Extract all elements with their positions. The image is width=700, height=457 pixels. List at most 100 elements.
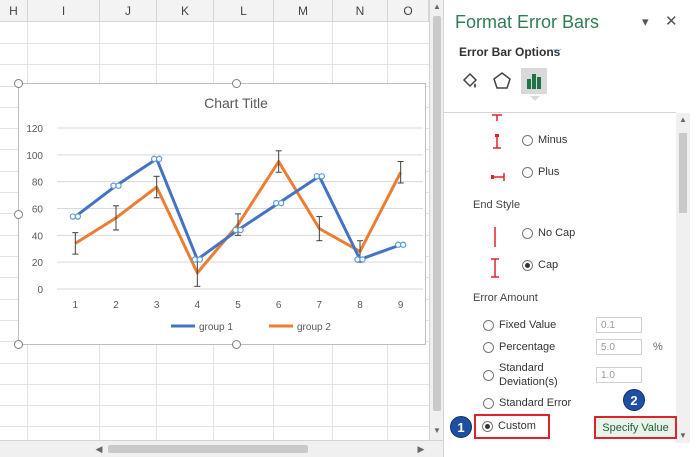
y-tick-label: 40: [32, 231, 44, 242]
resize-handle-top[interactable]: [232, 79, 241, 88]
data-point-selection: [115, 182, 122, 189]
pane-scroll-up-icon[interactable]: ▲: [676, 115, 690, 124]
pane-scroll-down-icon[interactable]: ▼: [676, 431, 690, 440]
fixed-value-label[interactable]: Fixed Value: [499, 319, 556, 331]
fixed-value-radio[interactable]: [483, 320, 494, 331]
resize-handle-top-left[interactable]: [14, 79, 23, 88]
no-cap-label[interactable]: No Cap: [538, 227, 575, 239]
percent-unit: %: [653, 341, 663, 353]
minus-radio[interactable]: [522, 135, 533, 146]
line-chart[interactable]: Chart Title 0 20 40 60 80 100 120 1 2 3 4 5 6 7 8 9 gr…: [19, 84, 427, 346]
no-cap-radio[interactable]: [522, 228, 533, 239]
pane-divider: [444, 112, 676, 113]
custom-radio[interactable]: [482, 421, 493, 432]
x-tick-label: 1: [73, 300, 79, 311]
grid-row-line: [0, 384, 429, 385]
minus-label[interactable]: Minus: [538, 134, 567, 146]
percentage-input[interactable]: [596, 339, 642, 355]
grid-row-line: [0, 426, 429, 427]
minus-direction-icon: [493, 134, 501, 149]
x-tick-label: 4: [195, 300, 201, 311]
x-tick-label: 6: [276, 300, 282, 311]
scroll-right-icon[interactable]: ▶: [414, 442, 428, 456]
pane-scroll-thumb[interactable]: [679, 133, 687, 213]
column-header-h[interactable]: H: [0, 0, 28, 22]
std-dev-label-line1[interactable]: Standard: [499, 362, 544, 374]
both-direction-icon: [492, 114, 502, 121]
fixed-value-input[interactable]: [596, 317, 642, 333]
std-dev-label-line2[interactable]: Deviation(s): [499, 376, 558, 388]
series-line: [74, 157, 402, 261]
chart-title: Chart Title: [204, 95, 268, 111]
step-badge-1: 1: [450, 416, 472, 438]
end-style-label: End Style: [473, 199, 521, 211]
y-tick-label: 20: [32, 258, 44, 269]
pane-options-chevron-icon[interactable]: ▾: [642, 14, 649, 30]
data-point-selection: [74, 213, 82, 220]
x-tick-label: 9: [398, 300, 404, 311]
scroll-down-icon[interactable]: ▼: [430, 424, 443, 438]
vertical-scrollbar[interactable]: ▲ ▼: [429, 0, 443, 440]
plus-radio[interactable]: [522, 167, 533, 178]
resize-handle-left[interactable]: [14, 210, 23, 219]
no-cap-icon: [494, 227, 496, 247]
fill-line-icon[interactable]: [457, 68, 483, 94]
error-bar-options-label[interactable]: Error Bar Options: [459, 45, 560, 59]
cap-icon: [491, 258, 499, 278]
data-point-selection: [155, 155, 163, 163]
legend-label: group 2: [297, 322, 331, 333]
cap-radio[interactable]: [522, 260, 533, 271]
series-group-1: [69, 155, 407, 263]
resize-handle-bottom-left[interactable]: [14, 340, 23, 349]
grid-row-line: [0, 405, 429, 406]
data-point-selection: [399, 241, 407, 248]
column-header-l[interactable]: L: [214, 0, 274, 22]
grid-row-line: [0, 64, 429, 65]
chart-object[interactable]: Chart Title 0 20 40 60 80 100 120 1 2 3 4 5 6 7 8 9 gr…: [14, 79, 427, 349]
x-tick-label: 3: [154, 300, 160, 311]
active-tab-pointer: [530, 96, 540, 101]
column-header-n[interactable]: N: [333, 0, 388, 22]
scroll-thumb-horizontal[interactable]: [108, 445, 308, 453]
column-header-i[interactable]: I: [28, 0, 100, 22]
close-icon[interactable]: ✕: [665, 12, 678, 30]
legend-label: group 1: [199, 322, 233, 333]
scroll-up-icon[interactable]: ▲: [430, 0, 443, 14]
column-header-row: HIJKLMNO: [0, 0, 429, 22]
horizontal-scrollbar[interactable]: ◀ ▶: [0, 440, 443, 457]
effects-icon[interactable]: [489, 68, 515, 94]
std-error-radio[interactable]: [483, 398, 494, 409]
data-point-selection: [359, 256, 366, 263]
custom-label[interactable]: Custom: [498, 420, 536, 432]
column-header-o[interactable]: O: [388, 0, 429, 22]
percentage-radio[interactable]: [483, 342, 494, 353]
y-tick-label: 120: [26, 124, 43, 135]
data-point-selection: [237, 226, 244, 234]
bar-options-icon[interactable]: [521, 68, 547, 94]
y-tick-label: 0: [37, 285, 43, 296]
scroll-left-icon[interactable]: ◀: [92, 442, 106, 456]
scroll-thumb[interactable]: [433, 16, 441, 411]
chevron-down-icon[interactable]: ⌵: [553, 44, 561, 57]
plus-label[interactable]: Plus: [538, 166, 559, 178]
grid-row-line: [0, 363, 429, 364]
y-tick-label: 60: [32, 205, 44, 216]
percentage-label[interactable]: Percentage: [499, 341, 555, 353]
cap-label[interactable]: Cap: [538, 259, 558, 271]
pane-scrollbar[interactable]: ▲ ▼: [676, 113, 690, 443]
column-header-j[interactable]: J: [100, 0, 157, 22]
step-badge-2: 2: [623, 389, 645, 411]
series-group-2: [72, 150, 404, 287]
std-dev-radio[interactable]: [483, 370, 494, 381]
std-error-label[interactable]: Standard Error: [499, 397, 571, 409]
column-header-m[interactable]: M: [274, 0, 333, 22]
x-tick-label: 5: [235, 300, 241, 311]
column-header-k[interactable]: K: [157, 0, 214, 22]
specify-value-button[interactable]: Specify Value: [594, 416, 677, 439]
plus-direction-icon: [491, 173, 505, 181]
y-tick-label: 80: [32, 178, 44, 189]
y-tick-label: 100: [26, 151, 43, 162]
std-dev-input[interactable]: [596, 367, 642, 383]
format-error-bars-pane: Format Error Bars ▾ ✕ Error Bar Options …: [443, 0, 700, 457]
resize-handle-bottom[interactable]: [232, 340, 241, 349]
